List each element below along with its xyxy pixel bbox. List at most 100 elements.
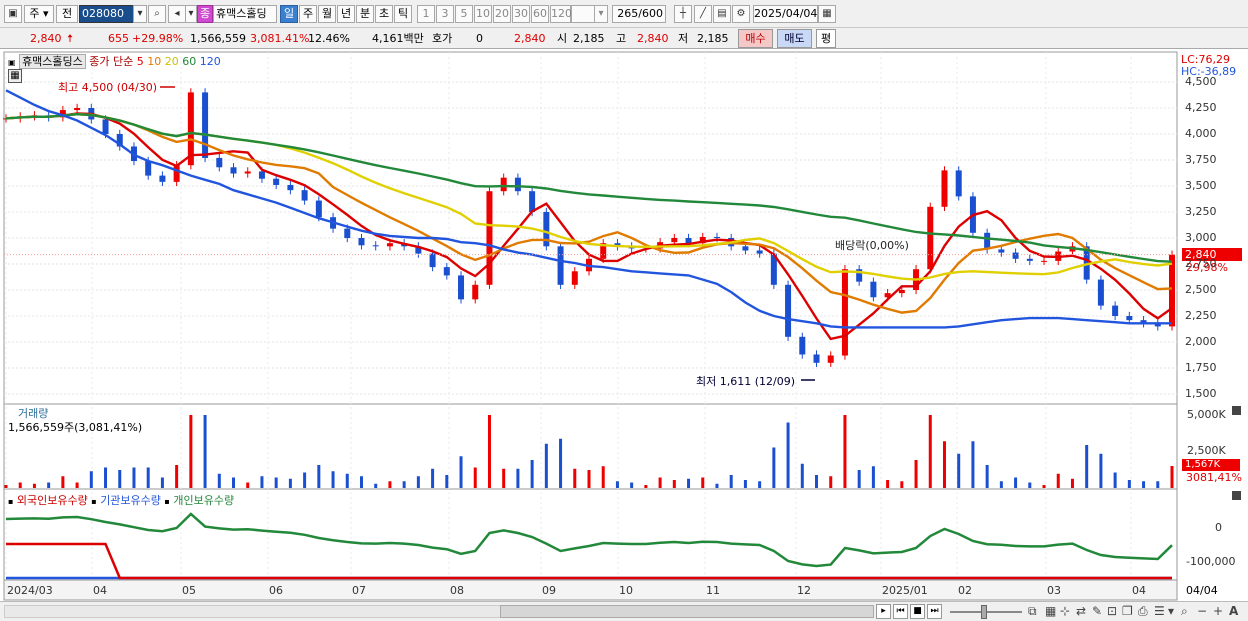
prev-button[interactable]: 전 xyxy=(56,5,78,23)
x-tick-label: 03 xyxy=(1047,584,1061,597)
tab-month[interactable]: 월 xyxy=(318,5,336,23)
first-icon[interactable]: ⏮ xyxy=(893,604,908,619)
line-tool-icon[interactable]: ╱ xyxy=(694,5,712,23)
panel-close-icon[interactable] xyxy=(1232,406,1241,415)
x-tick-label: 09 xyxy=(542,584,556,597)
search-icon[interactable]: ⌕ xyxy=(148,5,166,23)
interval-5[interactable]: 5 xyxy=(455,5,473,23)
legend-bullet-icon: ▪ xyxy=(164,497,170,506)
gear-icon[interactable]: ⚙ xyxy=(732,5,750,23)
toolbar: ▣ 주 ▾ 전 028080 ▾ ⌕ ◂ ▾ 종 휴맥스홀딩 일 주 월 년 분… xyxy=(0,0,1248,28)
print-icon[interactable]: ⎙ xyxy=(1138,604,1148,619)
volume-pct: 3,081.41% xyxy=(250,32,310,45)
high-value: 2,840 xyxy=(637,32,669,45)
x-tick-label: 04 xyxy=(1132,584,1146,597)
layout-icon[interactable]: ⧉ xyxy=(1028,604,1037,619)
magnify-icon[interactable]: ⌕ xyxy=(1181,604,1188,619)
list-icon[interactable]: ☰ xyxy=(1154,604,1165,618)
candle-body xyxy=(685,238,692,244)
bar-count-field[interactable]: 265/600 xyxy=(612,5,666,23)
volume-bar xyxy=(473,467,477,488)
dividend-annotation: 배당락(0,00%) xyxy=(835,239,909,252)
zoom-slider-thumb[interactable] xyxy=(981,605,987,619)
volume-bar xyxy=(530,460,534,488)
stock-name-field[interactable]: 휴맥스홀딩 xyxy=(213,5,277,23)
stock-code-input[interactable]: 028080 xyxy=(79,5,134,23)
y-tick-label: 2,000 xyxy=(1185,335,1217,348)
last-icon[interactable]: ⏭ xyxy=(927,604,942,619)
panel-close-icon[interactable] xyxy=(1232,491,1241,500)
interval-3[interactable]: 3 xyxy=(436,5,454,23)
sell-button[interactable]: 매도 xyxy=(777,29,812,48)
y-tick-label: 1,500 xyxy=(1185,387,1217,400)
candle-body xyxy=(742,246,749,251)
zoom-in-icon[interactable]: + xyxy=(1213,604,1223,618)
market-select[interactable]: 주 ▾ xyxy=(24,5,54,23)
interval-60[interactable]: 60 xyxy=(531,5,549,23)
tab-year[interactable]: 년 xyxy=(337,5,355,23)
panel-menu-icon[interactable]: ▣ xyxy=(8,58,16,67)
candle-body xyxy=(173,165,180,182)
calendar-icon[interactable]: ▦ xyxy=(818,5,836,23)
chevron-down-icon[interactable]: ▾ xyxy=(133,5,147,23)
interval-1[interactable]: 1 xyxy=(417,5,435,23)
candle-body xyxy=(315,200,322,218)
open-label: 시 xyxy=(557,32,568,45)
x-tick-label: 07 xyxy=(352,584,366,597)
chart-type-icon[interactable]: ⇄ xyxy=(1076,604,1086,618)
chevron-down-icon[interactable]: ▾ xyxy=(185,5,197,23)
turnover-rate: 12.46% xyxy=(308,32,350,45)
interval-30[interactable]: 30 xyxy=(512,5,530,23)
scroll-right-icon[interactable]: ▸ xyxy=(876,604,891,619)
copy-icon[interactable]: ❐ xyxy=(1122,604,1133,618)
chevron-down-icon[interactable]: ▾ xyxy=(1168,604,1174,618)
window-icon[interactable]: ▣ xyxy=(4,5,22,23)
save-icon[interactable]: ▤ xyxy=(713,5,731,23)
buy-button[interactable]: 매수 xyxy=(738,29,773,48)
zoom-out-icon[interactable]: − xyxy=(1197,604,1207,618)
volume-bar xyxy=(345,473,349,488)
avg-button[interactable]: 평 xyxy=(816,29,836,48)
candle-body xyxy=(571,271,578,285)
grid-toggle-icon[interactable]: ▦ xyxy=(8,69,22,83)
volume-bar xyxy=(1170,466,1174,488)
grid-icon[interactable]: ▦ xyxy=(1045,604,1056,618)
tab-second[interactable]: 초 xyxy=(375,5,393,23)
volume-bar xyxy=(246,482,250,488)
tab-tick[interactable]: 틱 xyxy=(394,5,412,23)
magnet-icon[interactable]: ⊡ xyxy=(1107,604,1117,618)
crosshair-icon[interactable]: ⊹ xyxy=(1060,604,1070,618)
tab-day[interactable]: 일 xyxy=(280,5,298,23)
tab-minute[interactable]: 분 xyxy=(356,5,374,23)
chevron-down-icon[interactable]: ▾ xyxy=(594,5,608,23)
x-tick-label: 08 xyxy=(450,584,464,597)
volume-bar xyxy=(118,470,122,488)
tab-week[interactable]: 주 xyxy=(299,5,317,23)
volume-bar xyxy=(886,480,890,488)
volume-bar xyxy=(1042,485,1046,488)
scroll-thumb[interactable] xyxy=(500,605,874,618)
candle-type-icon[interactable]: ┼ xyxy=(674,5,692,23)
volume-bar xyxy=(1085,445,1089,488)
volume-bar xyxy=(18,482,22,488)
volume-bar xyxy=(274,477,278,488)
x-tick-label: 02 xyxy=(958,584,972,597)
ma-label-10: 10 xyxy=(147,55,162,68)
speaker-icon[interactable]: ◂ xyxy=(168,5,186,23)
trade-value: 4,161백만 xyxy=(372,32,424,45)
volume-bar xyxy=(32,483,36,488)
stock-badge: 종 xyxy=(197,5,213,23)
date-input[interactable]: 2025/04/04 xyxy=(753,5,818,23)
interval-10[interactable]: 10 xyxy=(474,5,492,23)
ask-price: 2,840 xyxy=(514,32,546,45)
candle-body xyxy=(273,178,280,185)
legend-individual: 개인보유수량 xyxy=(173,494,235,507)
interval-20[interactable]: 20 xyxy=(493,5,511,23)
volume-bar xyxy=(815,475,819,488)
draw-icon[interactable]: ✎ xyxy=(1092,604,1102,618)
interval-120[interactable]: 120 xyxy=(550,5,572,23)
chart-scrollbar[interactable]: ▸ ⏮ ■ ⏭ ⧉ ▦ ⊹ ⇄ ✎ ⊡ ❐ ⎙ ☰ ▾ ⌕ − + A xyxy=(0,601,1248,621)
stop-icon[interactable]: ■ xyxy=(910,604,925,619)
y-tick-label: 4,500 xyxy=(1185,75,1217,88)
auto-icon[interactable]: A xyxy=(1229,604,1238,618)
